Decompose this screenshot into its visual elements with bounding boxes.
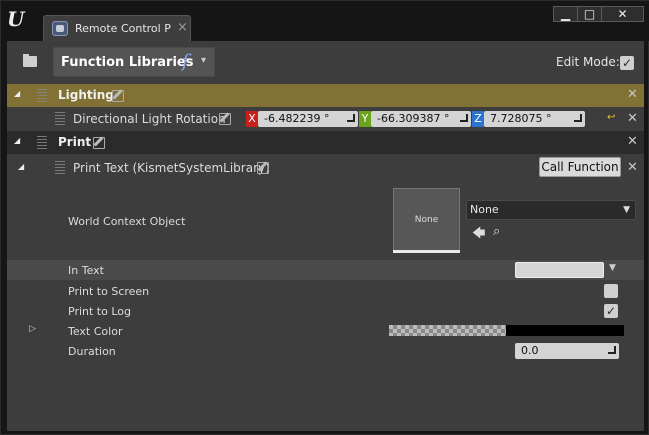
pencil-icon[interactable] bbox=[93, 137, 105, 149]
toolbar: Function Libraries f ▾ Edit Mode: ✓ bbox=[7, 41, 644, 83]
grip-icon[interactable] bbox=[37, 136, 47, 150]
resize-icon bbox=[460, 114, 468, 122]
category-label-print: Print bbox=[58, 135, 92, 149]
title-bar: U Remote Control P × ▁ □ ✕ bbox=[1, 1, 649, 41]
ue-logo: U bbox=[7, 7, 25, 31]
search-icon[interactable]: ⌕ bbox=[493, 224, 500, 239]
grip-icon[interactable] bbox=[55, 112, 65, 126]
duration-field[interactable]: 0.0 bbox=[515, 343, 619, 359]
chevron-down-icon[interactable]: ▼ bbox=[609, 263, 616, 273]
edit-mode-label: Edit Mode: bbox=[556, 55, 620, 69]
minimize-button[interactable]: ▁ bbox=[553, 6, 578, 22]
maximize-button[interactable]: □ bbox=[577, 6, 602, 22]
print-screen-label: Print to Screen bbox=[68, 285, 150, 298]
asset-thumbnail[interactable]: None bbox=[393, 188, 460, 253]
close-window-button[interactable]: ✕ bbox=[601, 6, 644, 22]
in-text-input[interactable] bbox=[515, 262, 604, 278]
thumbnail-text: None bbox=[414, 215, 439, 225]
close-icon[interactable]: ✕ bbox=[627, 160, 638, 175]
grip-icon[interactable] bbox=[55, 161, 65, 175]
collapse-triangle-icon[interactable]: ◢ bbox=[18, 162, 24, 171]
collapse-triangle-icon[interactable]: ◢ bbox=[14, 136, 20, 145]
remote-control-icon bbox=[52, 21, 68, 36]
function-icon: f bbox=[182, 51, 189, 72]
function-libraries-button[interactable]: Function Libraries f ▾ bbox=[53, 47, 215, 77]
alpha-checker bbox=[389, 325, 506, 336]
tab-label: Remote Control P bbox=[75, 22, 171, 35]
edit-mode-checkbox[interactable]: ✓ bbox=[620, 56, 634, 70]
grip-icon[interactable] bbox=[37, 89, 47, 103]
chevron-down-icon: ▼ bbox=[623, 205, 630, 215]
function-libraries-label: Function Libraries bbox=[61, 55, 194, 70]
collapse-triangle-icon[interactable]: ◢ bbox=[14, 89, 20, 98]
panel-content: Function Libraries f ▾ Edit Mode: ✓ ◢ Li… bbox=[7, 41, 644, 431]
category-label-lighting: Lighting bbox=[58, 88, 114, 102]
y-value-field[interactable]: -66.309387 ° bbox=[371, 111, 471, 127]
print-log-label: Print to Log bbox=[68, 305, 131, 318]
z-axis-label: Z bbox=[472, 111, 484, 127]
tab-close-icon[interactable]: × bbox=[177, 20, 188, 35]
function-label: Print Text (KismetSystemLibrary) bbox=[73, 161, 270, 175]
call-function-button[interactable]: Call Function bbox=[539, 157, 621, 177]
close-icon[interactable]: ✕ bbox=[627, 134, 638, 149]
print-screen-checkbox[interactable] bbox=[604, 284, 618, 298]
expand-triangle-icon[interactable]: ▷ bbox=[29, 324, 36, 334]
category-print[interactable]: ◢ Print ✕ bbox=[7, 131, 644, 154]
world-context-dropdown[interactable]: None ▼ bbox=[466, 200, 636, 220]
y-axis-label: Y bbox=[359, 111, 371, 127]
reset-arrow-icon[interactable]: ↩ bbox=[607, 112, 615, 123]
category-lighting[interactable]: ◢ Lighting ✕ bbox=[7, 84, 644, 107]
chevron-down-icon: ▾ bbox=[201, 55, 207, 66]
property-row-light-rotation: Directional Light Rotation X -6.482239 °… bbox=[7, 108, 644, 130]
resize-icon bbox=[347, 114, 355, 122]
pencil-icon[interactable] bbox=[112, 90, 124, 102]
tab-remote-control[interactable]: Remote Control P × bbox=[43, 15, 191, 41]
text-color-swatch[interactable] bbox=[389, 325, 624, 336]
duration-label: Duration bbox=[68, 345, 116, 358]
pencil-icon[interactable] bbox=[219, 113, 231, 125]
window-frame: U Remote Control P × ▁ □ ✕ Function Libr… bbox=[0, 0, 649, 435]
z-value-field[interactable]: 7.728075 ° bbox=[484, 111, 585, 127]
close-icon[interactable]: ✕ bbox=[627, 111, 638, 126]
x-value-field[interactable]: -6.482239 ° bbox=[258, 111, 358, 127]
property-label: Directional Light Rotation bbox=[73, 112, 226, 126]
in-text-label: In Text bbox=[68, 264, 104, 277]
resize-icon bbox=[608, 346, 616, 354]
print-log-checkbox[interactable]: ✓ bbox=[604, 304, 618, 318]
x-axis-label: X bbox=[246, 111, 258, 127]
back-arrow-icon[interactable]: 🡄 bbox=[472, 224, 485, 246]
function-row-print-text: ◢ Print Text (KismetSystemLibrary) Call … bbox=[7, 155, 644, 181]
thumbnail-underline bbox=[393, 250, 460, 253]
in-text-row: In Text ▼ bbox=[7, 260, 644, 280]
close-icon[interactable]: ✕ bbox=[627, 87, 638, 102]
pencil-icon[interactable] bbox=[257, 162, 269, 174]
world-context-label: World Context Object bbox=[68, 215, 186, 228]
text-color-label: Text Color bbox=[68, 325, 123, 338]
resize-icon bbox=[574, 114, 582, 122]
folder-icon[interactable] bbox=[23, 54, 37, 67]
